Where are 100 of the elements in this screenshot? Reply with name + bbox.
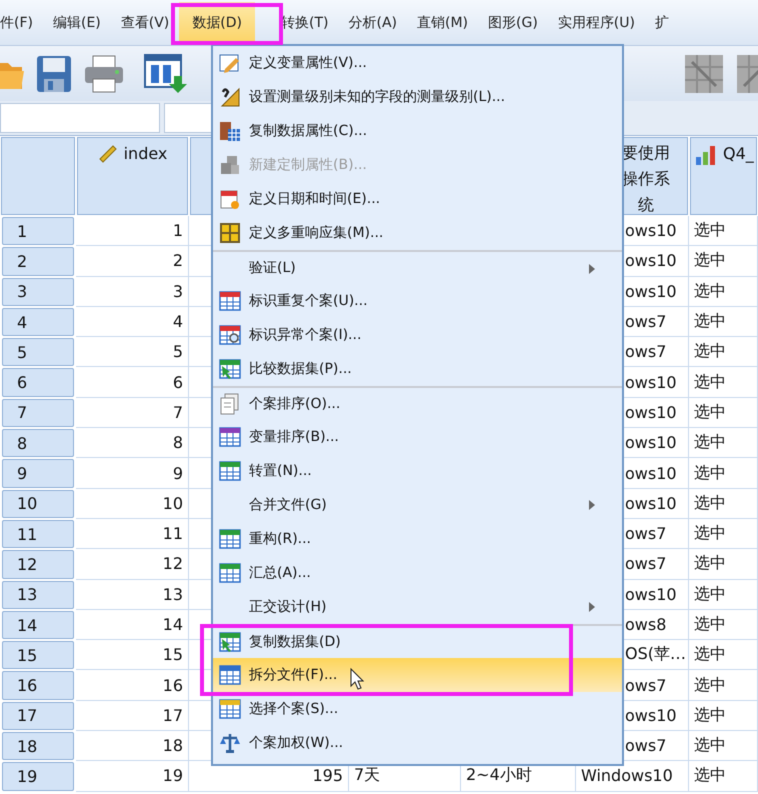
table-cell: 10 bbox=[76, 488, 189, 519]
menu-item[interactable]: 个案排序(O)... bbox=[213, 388, 622, 420]
menu-bar-item[interactable]: 扩 bbox=[644, 4, 679, 42]
table-search-icon bbox=[219, 324, 241, 346]
table-cell: 选中 bbox=[689, 216, 758, 246]
menu-bar-item[interactable]: 件(F) bbox=[0, 4, 43, 42]
table-cell: 选中 bbox=[689, 580, 758, 610]
row-header[interactable]: 1 bbox=[2, 217, 74, 246]
row-header[interactable]: 15 bbox=[2, 641, 74, 670]
book-icon bbox=[219, 120, 241, 142]
table-icon bbox=[219, 528, 241, 550]
table-cell: 4 bbox=[76, 306, 189, 338]
menu-item[interactable]: 复制数据属性(C)... bbox=[213, 114, 622, 148]
row-header[interactable]: 2 bbox=[2, 247, 74, 276]
row-header[interactable]: 10 bbox=[2, 490, 74, 518]
table-cell: 选中 bbox=[689, 337, 758, 368]
row-header[interactable]: 9 bbox=[2, 459, 74, 488]
table-cell: 选中 bbox=[689, 276, 758, 307]
submenu-arrow-icon bbox=[588, 499, 596, 511]
row-header[interactable]: 18 bbox=[2, 732, 74, 760]
table-cell: 7 bbox=[76, 398, 189, 428]
calendar-icon bbox=[219, 188, 241, 210]
row-header[interactable]: 12 bbox=[2, 550, 74, 579]
menu-bar-item[interactable]: 查看(V) bbox=[110, 4, 180, 42]
column-header-label: index bbox=[124, 144, 168, 163]
table-icon bbox=[219, 426, 241, 448]
table-icon bbox=[219, 664, 241, 686]
table-cell: 12 bbox=[76, 549, 189, 580]
table-cell: 选中 bbox=[689, 731, 758, 762]
ruler-icon bbox=[98, 144, 118, 164]
table-icon bbox=[219, 562, 241, 584]
menu-bar-item[interactable]: 编辑(E) bbox=[42, 4, 111, 42]
table-cell: 16 bbox=[76, 670, 189, 701]
table-cell: 选中 bbox=[689, 367, 758, 398]
column-header-label: Q4_ bbox=[723, 144, 754, 163]
table-cell: 18 bbox=[76, 731, 189, 762]
table-cell: 选中 bbox=[689, 610, 758, 640]
menu-item[interactable]: 定义日期和时间(E)... bbox=[213, 182, 622, 216]
blocks-icon bbox=[219, 154, 241, 176]
table-cell: 14 bbox=[76, 610, 189, 640]
ruler-icon bbox=[219, 86, 241, 108]
table-cell: 选中 bbox=[689, 428, 758, 458]
table-cell: 19 bbox=[76, 761, 189, 792]
table-cell: 6 bbox=[76, 367, 189, 398]
table-icon bbox=[219, 698, 241, 720]
menu-item[interactable]: 设置测量级别未知的字段的测量级别(L)... bbox=[213, 80, 622, 114]
grid-icon[interactable] bbox=[684, 54, 724, 94]
row-header[interactable]: 6 bbox=[2, 368, 74, 397]
table-cell: 选中 bbox=[689, 306, 758, 338]
table-cell: 选中 bbox=[689, 458, 758, 489]
pencil-form-icon bbox=[219, 52, 241, 74]
table-icon bbox=[219, 460, 241, 482]
menu-item[interactable]: 复制数据集(D) bbox=[213, 626, 622, 658]
table-cell: 13 bbox=[76, 580, 189, 610]
table-cell: 选中 bbox=[689, 670, 758, 701]
row-header[interactable]: 3 bbox=[2, 278, 74, 306]
row-header[interactable]: 17 bbox=[2, 702, 74, 730]
grid-icon bbox=[219, 222, 241, 244]
row-header[interactable]: 4 bbox=[2, 308, 74, 336]
table-cell: 选中 bbox=[689, 700, 758, 732]
menu-bar-item[interactable]: 实用程序(U) bbox=[548, 4, 645, 42]
row-header[interactable]: 11 bbox=[2, 520, 74, 548]
table-cell: 17 bbox=[76, 700, 189, 732]
table-cell: 11 bbox=[76, 518, 189, 550]
row-header[interactable]: 5 bbox=[2, 338, 74, 366]
row-header[interactable]: 14 bbox=[2, 610, 74, 640]
table-cell: 3 bbox=[76, 276, 189, 307]
table-cell: 9 bbox=[76, 458, 189, 489]
save-icon[interactable] bbox=[36, 54, 72, 92]
row-header[interactable]: 13 bbox=[2, 580, 74, 609]
menu-bar-item[interactable]: 分析(A) bbox=[338, 4, 407, 42]
cursor-icon bbox=[350, 668, 364, 690]
table-cell: 5 bbox=[76, 337, 189, 368]
table-cell: 选中 bbox=[689, 549, 758, 580]
table-cell: 选中 bbox=[689, 488, 758, 519]
menu-item[interactable]: 拆分文件(F)... bbox=[213, 658, 622, 692]
column-header[interactable]: index bbox=[77, 137, 188, 215]
scales-icon bbox=[219, 732, 241, 754]
table-cell: 选中 bbox=[689, 761, 758, 792]
table-cell: 15 bbox=[76, 640, 189, 670]
cell-name-field[interactable] bbox=[0, 103, 160, 133]
row-header[interactable]: 8 bbox=[2, 429, 74, 458]
table-cell: 选中 bbox=[689, 518, 758, 550]
table-cell: 2 bbox=[76, 246, 189, 277]
print-icon[interactable] bbox=[84, 54, 124, 92]
table-cell: 选中 bbox=[689, 640, 758, 670]
submenu-arrow-icon bbox=[588, 601, 596, 613]
row-header[interactable]: 7 bbox=[2, 398, 74, 428]
row-header[interactable]: 16 bbox=[2, 671, 74, 700]
menu-item[interactable]: 验证(L) bbox=[213, 252, 622, 284]
table-cell: 1 bbox=[76, 216, 189, 246]
table-cell: 选中 bbox=[689, 246, 758, 277]
menu-bar-item[interactable]: 图形(G) bbox=[478, 4, 548, 42]
row-header[interactable]: 19 bbox=[2, 762, 74, 791]
submenu-arrow-icon bbox=[588, 263, 596, 275]
table-cell: 选中 bbox=[689, 398, 758, 428]
pages-icon bbox=[219, 393, 241, 415]
bar-chart-icon bbox=[695, 144, 717, 166]
import-data-icon[interactable] bbox=[144, 54, 188, 94]
menu-bar-item[interactable]: 直销(M) bbox=[407, 4, 478, 42]
